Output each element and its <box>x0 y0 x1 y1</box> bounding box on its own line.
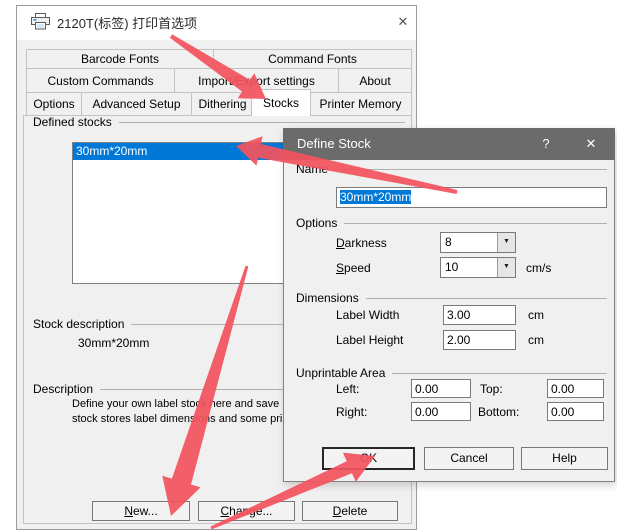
tab-options[interactable]: Options <box>26 92 82 116</box>
defined-stocks-listbox[interactable]: 30mm*20mm <box>72 142 312 284</box>
speed-unit: cm/s <box>526 261 551 275</box>
darkness-label: Darkness <box>336 236 387 250</box>
tab-command-fonts[interactable]: Command Fonts <box>213 49 412 69</box>
darkness-combobox[interactable]: 8 ▼ <box>440 232 516 253</box>
screen: 2120T(标签) 打印首选项 ✕ Barcode Fonts Command … <box>0 0 617 530</box>
group-separator-line <box>119 122 405 123</box>
group-separator-line <box>335 169 607 170</box>
help-button[interactable]: Help <box>521 447 608 470</box>
bottom-label: Bottom: <box>478 405 519 419</box>
tab-dithering[interactable]: Dithering <box>191 92 254 116</box>
dimensions-group: Dimensions <box>296 291 607 305</box>
label-width-unit: cm <box>528 308 544 322</box>
stock-list-item-selected[interactable]: 30mm*20mm <box>73 143 311 160</box>
tab-about[interactable]: About <box>338 68 412 93</box>
left-input[interactable]: 0.00 <box>411 379 471 398</box>
right-label: Right: <box>336 405 367 419</box>
cancel-button[interactable]: Cancel <box>424 447 514 470</box>
name-label: Name <box>296 162 328 176</box>
tab-printer-memory[interactable]: Printer Memory <box>309 92 412 116</box>
dropdown-arrow-icon[interactable]: ▼ <box>497 233 515 252</box>
label-width-label: Label Width <box>336 308 399 322</box>
dimensions-label: Dimensions <box>296 291 359 305</box>
group-separator-line <box>344 223 607 224</box>
tab-custom-commands[interactable]: Custom Commands <box>26 68 175 93</box>
label-height-input[interactable]: 2.00 <box>443 330 516 350</box>
left-label: Left: <box>336 382 359 396</box>
speed-label: Speed <box>336 261 371 275</box>
speed-combobox[interactable]: 10 ▼ <box>440 257 516 278</box>
top-label: Top: <box>480 382 503 396</box>
define-stock-title: Define Stock <box>297 136 371 151</box>
new-button[interactable]: New... <box>92 501 190 521</box>
label-width-input[interactable]: 3.00 <box>443 305 516 325</box>
defined-stocks-group: Defined stocks <box>33 115 405 129</box>
tab-stocks-active[interactable]: Stocks <box>251 89 311 116</box>
help-icon[interactable]: ? <box>534 133 558 155</box>
description-text-line1: Define your own label stock here and sav… <box>72 398 283 410</box>
bottom-input[interactable]: 0.00 <box>547 402 604 421</box>
label-height-unit: cm <box>528 333 544 347</box>
right-input[interactable]: 0.00 <box>411 402 471 421</box>
options-label: Options <box>296 216 337 230</box>
description-label: Description <box>33 382 93 396</box>
stock-description-value: 30mm*20mm <box>78 336 149 350</box>
change-button[interactable]: Change... <box>198 501 295 521</box>
name-group: Name <box>296 162 607 176</box>
close-icon[interactable]: ✕ <box>390 10 416 34</box>
close-icon[interactable]: ✕ <box>578 133 604 155</box>
group-separator-line <box>392 373 607 374</box>
defined-stocks-label: Defined stocks <box>33 115 112 129</box>
unprintable-area-group: Unprintable Area <box>296 366 607 380</box>
printer-icon <box>31 13 50 35</box>
dropdown-arrow-icon[interactable]: ▼ <box>497 258 515 277</box>
ok-button[interactable]: OK <box>322 447 415 470</box>
window-title: 2120T(标签) 打印首选项 <box>57 13 197 32</box>
name-input[interactable]: 30mm*20mm <box>336 187 607 208</box>
group-separator-line <box>366 298 607 299</box>
top-input[interactable]: 0.00 <box>547 379 604 398</box>
tab-barcode-fonts[interactable]: Barcode Fonts <box>26 49 214 69</box>
speed-value: 10 <box>441 258 497 277</box>
options-group: Options <box>296 216 607 230</box>
tab-advanced-setup[interactable]: Advanced Setup <box>81 92 192 116</box>
label-height-label: Label Height <box>336 333 403 347</box>
darkness-value: 8 <box>441 233 497 252</box>
unprintable-area-label: Unprintable Area <box>296 366 385 380</box>
stock-description-label: Stock description <box>33 317 124 331</box>
description-text-line2: stock stores label dimensions and some p… <box>72 413 283 425</box>
delete-button[interactable]: Delete <box>302 501 398 521</box>
